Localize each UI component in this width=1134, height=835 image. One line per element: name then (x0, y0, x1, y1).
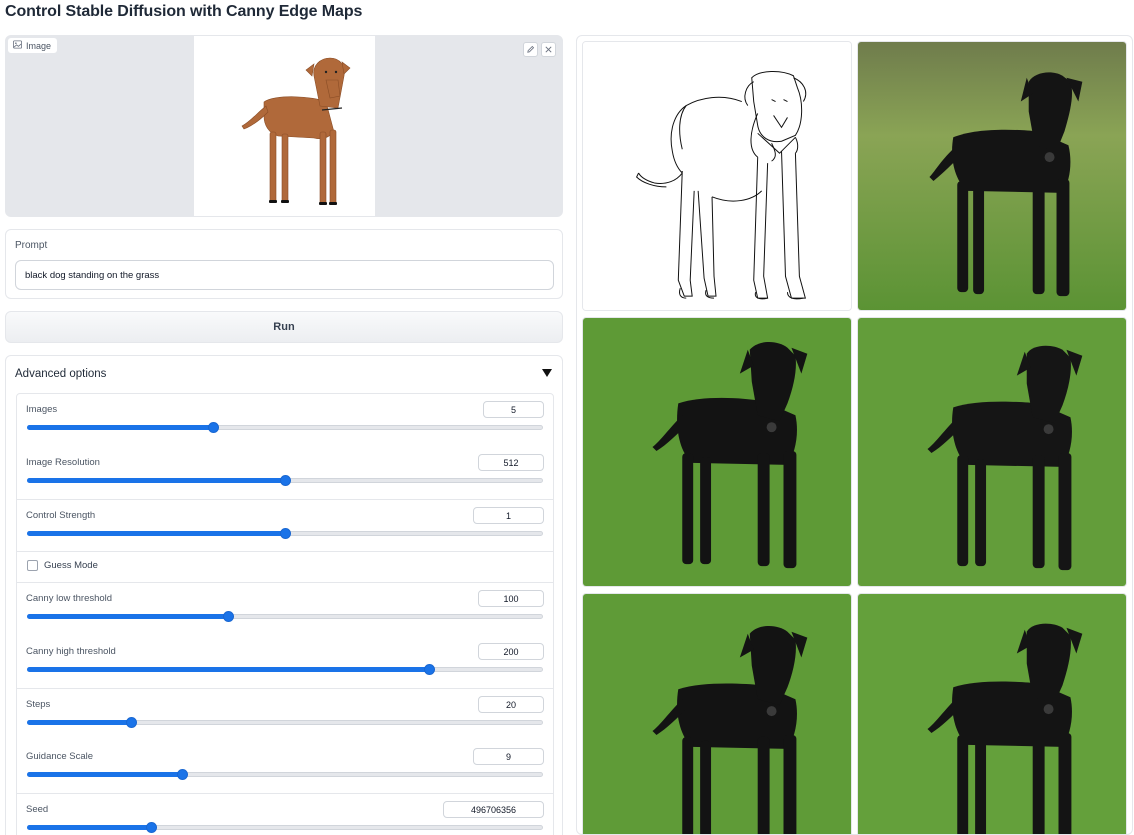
advanced-options-panel: Advanced options Images 5 Image Resoluti… (5, 355, 563, 835)
slider-canny-high: Canny high threshold 200 (17, 636, 553, 688)
canny-low-number-input[interactable]: 100 (478, 590, 544, 607)
slider-thumb[interactable] (280, 475, 291, 486)
advanced-options-title: Advanced options (15, 368, 107, 380)
slider-canny-low: Canny low threshold 100 (17, 583, 553, 636)
prompt-label: Prompt (15, 240, 48, 251)
advanced-options-body: Images 5 Image Resolution 512 Control St… (16, 393, 554, 835)
gallery-item-generated[interactable] (857, 41, 1127, 311)
slider-control-strength: Control Strength 1 (17, 500, 553, 552)
edit-icon[interactable] (523, 42, 538, 57)
input-image (194, 36, 375, 216)
slider-label: Canny low threshold (26, 593, 113, 604)
slider-label: Image Resolution (26, 457, 100, 468)
guess-mode-label: Guess Mode (44, 560, 98, 571)
gallery-item-edge-map[interactable] (582, 41, 852, 311)
collapse-triangle-icon[interactable] (542, 369, 552, 377)
image-label-badge: Image (7, 37, 59, 54)
run-button[interactable]: Run (5, 311, 563, 343)
slider-label: Guidance Scale (26, 751, 94, 762)
steps-slider[interactable] (27, 717, 543, 728)
slider-thumb[interactable] (423, 664, 435, 675)
slider-image-resolution: Image Resolution 512 (17, 447, 553, 499)
canny-low-slider[interactable] (27, 611, 543, 622)
image-label-text: Image (26, 40, 52, 51)
gallery-item-generated[interactable] (857, 593, 1127, 834)
close-icon[interactable] (541, 42, 556, 57)
slider-images: Images 5 (17, 394, 553, 447)
slider-thumb[interactable] (146, 822, 158, 833)
output-gallery (576, 35, 1133, 835)
image-tools (523, 42, 556, 57)
slider-label: Control Strength (26, 510, 96, 521)
slider-thumb[interactable] (223, 611, 235, 622)
image-icon (13, 40, 22, 51)
gallery-item-generated[interactable] (582, 317, 852, 587)
guidance-scale-slider[interactable] (27, 769, 543, 780)
slider-guidance-scale: Guidance Scale 9 (17, 741, 553, 793)
seed-slider[interactable] (27, 822, 543, 833)
slider-thumb[interactable] (280, 528, 291, 539)
image-input[interactable]: Image (5, 35, 563, 217)
canny-high-slider[interactable] (27, 664, 543, 675)
canny-high-number-input[interactable]: 200 (478, 643, 544, 660)
guess-mode-checkbox[interactable] (27, 560, 38, 571)
guidance-scale-number-input[interactable]: 9 (473, 748, 544, 765)
slider-steps: Steps 20 (17, 689, 553, 741)
slider-label: Canny high threshold (26, 646, 116, 657)
gallery-item-generated[interactable] (857, 317, 1127, 587)
page-title: Control Stable Diffusion with Canny Edge… (5, 3, 363, 20)
image-resolution-number-input[interactable]: 512 (478, 454, 544, 471)
control-strength-number-input[interactable]: 1 (473, 507, 544, 524)
slider-thumb[interactable] (177, 769, 189, 780)
advanced-options-header[interactable]: Advanced options (6, 356, 562, 393)
prompt-panel: Prompt black dog standing on the grass (5, 229, 563, 299)
image-resolution-slider[interactable] (27, 475, 543, 486)
steps-number-input[interactable]: 20 (478, 696, 544, 713)
prompt-input[interactable]: black dog standing on the grass (15, 260, 554, 290)
guess-mode-row[interactable]: Guess Mode (17, 552, 553, 582)
slider-thumb[interactable] (208, 422, 220, 433)
slider-label: Seed (26, 804, 49, 815)
slider-thumb[interactable] (125, 717, 137, 728)
gallery-item-generated[interactable] (582, 593, 852, 834)
control-strength-slider[interactable] (27, 528, 543, 539)
seed-number-input[interactable]: 496706356 (443, 801, 544, 818)
slider-label: Images (26, 404, 58, 415)
images-number-input[interactable]: 5 (483, 401, 544, 418)
images-slider[interactable] (27, 422, 543, 433)
slider-seed: Seed 496706356 (17, 794, 553, 835)
slider-label: Steps (26, 699, 51, 710)
